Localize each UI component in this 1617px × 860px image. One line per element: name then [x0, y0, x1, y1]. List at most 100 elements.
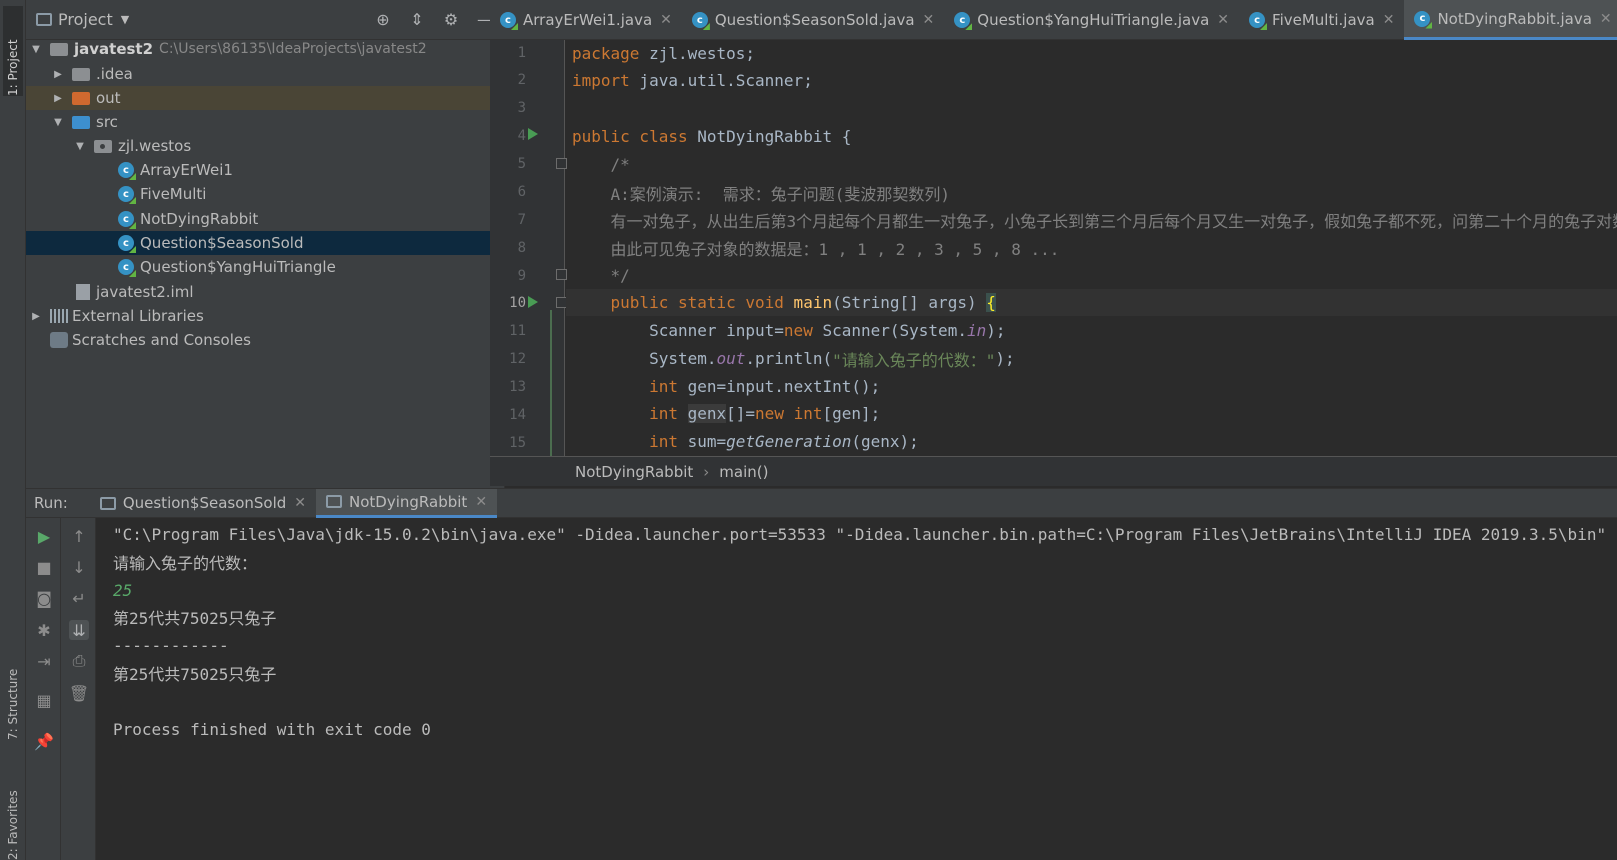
- java-class-icon: c: [118, 211, 134, 227]
- rerun-icon[interactable]: ▶: [34, 526, 54, 546]
- tree-item-class[interactable]: c ArrayErWei1: [26, 158, 505, 182]
- code-line: int genx []= new int [gen];: [572, 404, 881, 423]
- debug-icon[interactable]: ✱: [34, 620, 54, 640]
- tree-item-out[interactable]: ▶ out: [26, 86, 505, 110]
- editor-tab-label: NotDyingRabbit.java: [1437, 9, 1592, 28]
- code-line: int sum= getGeneration (genx);: [572, 432, 919, 451]
- line-number: 3: [517, 100, 526, 116]
- run-panel-label: Run:: [34, 494, 68, 512]
- collapse-all-icon[interactable]: ⇕: [408, 10, 426, 29]
- close-icon[interactable]: ✕: [923, 12, 935, 28]
- close-icon[interactable]: ✕: [475, 494, 487, 510]
- editor-tab-label: Question$SeasonSold.java: [714, 11, 915, 29]
- collapsed-triangle-icon[interactable]: ▶: [52, 93, 64, 104]
- run-tab-active[interactable]: NotDyingRabbit ✕: [316, 488, 498, 518]
- tree-item-external-libraries[interactable]: ▶ External Libraries: [26, 304, 505, 328]
- tree-item-label: Question$SeasonSold: [140, 234, 304, 252]
- trash-icon[interactable]: 🗑: [69, 683, 89, 703]
- tree-item-package[interactable]: ▼ zjl.westos: [26, 134, 505, 158]
- project-tool-tab[interactable]: 1: Project: [3, 6, 23, 96]
- editor-tab[interactable]: c Question$YangHuiTriangle.java ✕: [944, 0, 1239, 40]
- editor-tab-label: FiveMulti.java: [1272, 11, 1375, 29]
- console-output[interactable]: "C:\Program Files\Java\jdk-15.0.2\bin\ja…: [96, 518, 1617, 860]
- chevron-down-icon[interactable]: ▼: [121, 13, 129, 26]
- tree-item-label: ArrayErWei1: [140, 161, 233, 179]
- line-number: 7: [517, 212, 526, 228]
- tree-item-scratches[interactable]: Scratches and Consoles: [26, 328, 505, 352]
- line-number: 4: [517, 128, 526, 144]
- line-number: 6: [517, 184, 526, 200]
- tree-item-class[interactable]: c FiveMulti: [26, 182, 505, 206]
- breadcrumb-separator-icon: ›: [703, 462, 710, 481]
- breadcrumb-method[interactable]: main(): [719, 463, 768, 481]
- run-tab[interactable]: Question$SeasonSold ✕: [90, 489, 316, 518]
- tree-item-idea[interactable]: ▶ .idea: [26, 62, 505, 86]
- pin-icon[interactable]: 📌: [34, 731, 54, 751]
- dump-threads-icon[interactable]: ◙: [34, 588, 54, 608]
- code-line: public class NotDyingRabbit {: [572, 127, 852, 146]
- breadcrumb: NotDyingRabbit › main(): [490, 456, 1617, 486]
- project-view-selector[interactable]: Project: [58, 10, 113, 29]
- tree-item-label: zjl.westos: [118, 137, 192, 155]
- expanded-triangle-icon[interactable]: ▼: [30, 44, 42, 55]
- project-panel-header: Project ▼ ⊕ ⇕ ⚙ —: [26, 0, 504, 40]
- editor-tab[interactable]: c FiveMulti.java ✕: [1239, 0, 1404, 40]
- editor-gutter[interactable]: 1 2 3 4 5 6 7 8 9 10 11 12 13 14 15: [490, 40, 567, 456]
- expanded-triangle-icon[interactable]: ▼: [74, 141, 86, 152]
- editor-tab[interactable]: c ArrayErWei1.java ✕: [490, 0, 682, 40]
- layout-icon[interactable]: ▦: [34, 690, 54, 710]
- arrow-down-icon[interactable]: ↓: [69, 557, 89, 577]
- editor-tab-active[interactable]: c NotDyingRabbit.java ✕: [1404, 0, 1617, 40]
- tree-item-src[interactable]: ▼ src: [26, 110, 505, 134]
- tree-item-project-root[interactable]: ▼ javatest2 C:\Users\86135\IdeaProjects\…: [26, 37, 505, 61]
- tree-item-iml[interactable]: javatest2.iml: [26, 280, 505, 304]
- line-number: 2: [517, 72, 526, 88]
- soft-wrap-icon[interactable]: ↵: [69, 588, 89, 608]
- close-icon[interactable]: ✕: [1600, 11, 1612, 27]
- tree-item-class[interactable]: c NotDyingRabbit: [26, 207, 505, 231]
- java-class-icon: c: [500, 12, 516, 28]
- change-marker: [550, 310, 552, 456]
- java-class-icon: c: [691, 12, 708, 28]
- gear-icon[interactable]: ⚙: [442, 10, 460, 29]
- tree-item-label: NotDyingRabbit: [140, 210, 259, 228]
- line-number: 15: [509, 435, 526, 451]
- collapsed-triangle-icon[interactable]: ▶: [52, 69, 64, 80]
- module-folder-icon: [50, 42, 68, 56]
- structure-tool-tab[interactable]: 7: Structure: [3, 640, 23, 740]
- line-number: 13: [509, 379, 526, 395]
- locate-icon[interactable]: ⊕: [374, 10, 392, 29]
- tree-item-class[interactable]: c Question$YangHuiTriangle: [26, 255, 505, 279]
- exit-icon[interactable]: ⇥: [34, 651, 54, 671]
- close-icon[interactable]: ✕: [294, 495, 306, 511]
- code-line: System. out .println("请输入兔子的代数：");: [572, 349, 1015, 370]
- expanded-triangle-icon[interactable]: ▼: [52, 117, 64, 128]
- code-line: A:案例演示: 需求：兔子问题(斐波那契数列): [572, 184, 950, 204]
- line-number: 9: [517, 268, 526, 284]
- run-class-icon[interactable]: [528, 128, 538, 140]
- run-main-icon[interactable]: [528, 296, 538, 308]
- print-icon[interactable]: ⎙: [69, 651, 89, 671]
- code-editor[interactable]: package zjl.westos; import java.util.Sca…: [566, 40, 1617, 456]
- close-icon[interactable]: ✕: [1217, 12, 1229, 28]
- breadcrumb-class[interactable]: NotDyingRabbit: [575, 463, 693, 481]
- close-icon[interactable]: ✕: [1383, 12, 1395, 28]
- scroll-to-end-icon[interactable]: ⇊: [69, 620, 89, 640]
- structure-tool-tab-label: 7: Structure: [6, 668, 20, 740]
- close-icon[interactable]: ✕: [660, 12, 672, 28]
- editor-tab[interactable]: c Question$SeasonSold.java ✕: [682, 0, 944, 40]
- favorites-tool-tab[interactable]: 2: Favorites: [3, 770, 23, 860]
- tree-item-class-selected[interactable]: c Question$SeasonSold: [26, 231, 505, 255]
- code-line: Scanner input= new Scanner(System. in);: [572, 321, 1006, 340]
- run-toolbar-primary: ▶ ■ ◙ ✱ ⇥ ▦ 📌: [26, 518, 61, 860]
- tree-item-label: Question$YangHuiTriangle: [140, 258, 336, 276]
- stop-icon[interactable]: ■: [34, 557, 54, 577]
- source-folder-icon: [72, 115, 90, 129]
- arrow-up-icon[interactable]: ↑: [69, 526, 89, 546]
- collapsed-triangle-icon[interactable]: ▶: [30, 311, 42, 322]
- project-path: C:\Users\86135\IdeaProjects\javatest2: [159, 41, 427, 57]
- line-number: 5: [517, 156, 526, 172]
- scratches-icon: [50, 332, 68, 348]
- tree-item-label: .idea: [96, 65, 133, 83]
- line-number: 1: [517, 45, 526, 61]
